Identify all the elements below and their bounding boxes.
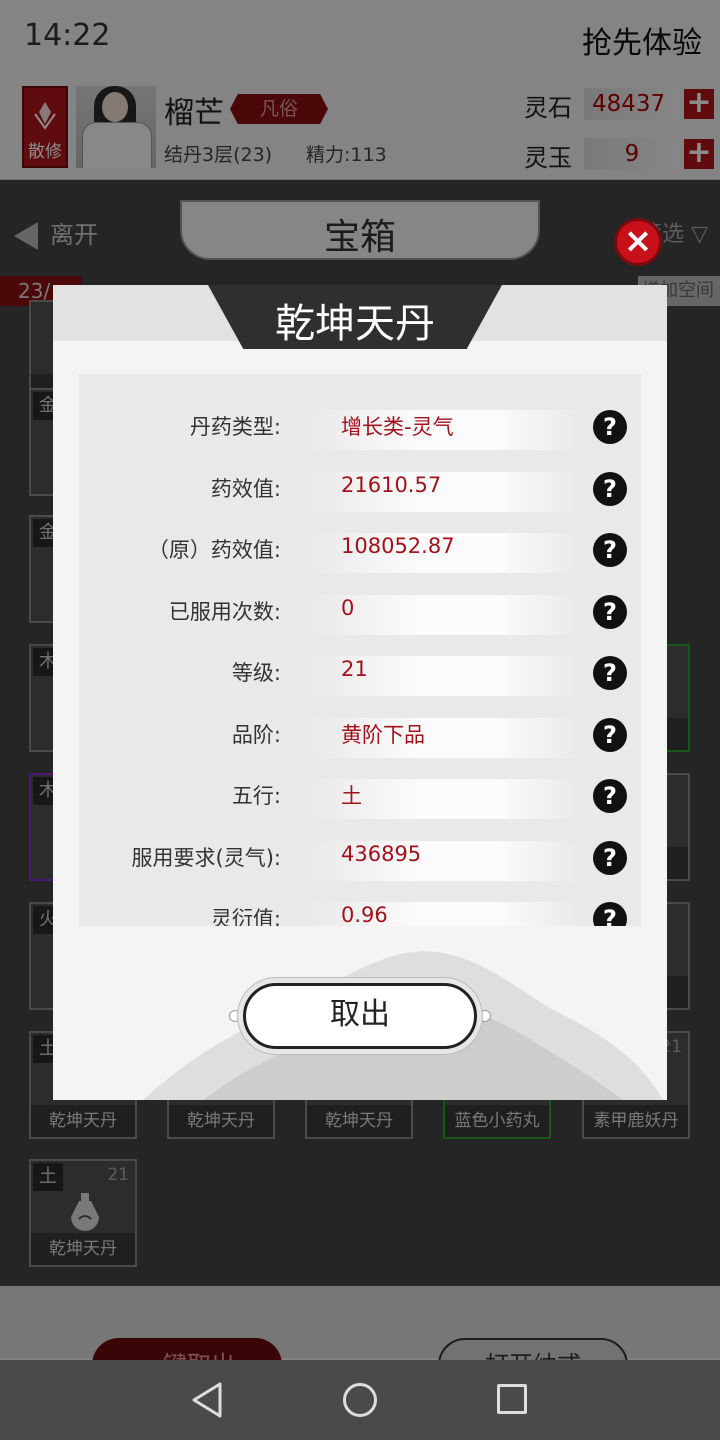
attr-label: 丹药类型:: [189, 415, 281, 439]
help-icon[interactable]: ?: [593, 595, 627, 629]
help-icon[interactable]: ?: [593, 410, 627, 444]
attr-value: 黄阶下品: [341, 723, 425, 747]
attr-value: 土: [341, 784, 362, 808]
attr-label: 服用要求(灵气):: [131, 846, 281, 870]
attr-value: 0.96: [341, 903, 388, 926]
attr-row-level: 等级: 21 ?: [79, 644, 641, 706]
attr-value: 436895: [341, 842, 422, 866]
close-icon[interactable]: ×: [614, 218, 662, 266]
attr-row-potency: 药效值: 21610.57 ?: [79, 460, 641, 522]
help-icon[interactable]: ?: [593, 718, 627, 752]
attr-row-requirement: 服用要求(灵气): 436895 ?: [79, 829, 641, 891]
button-ornament: [479, 1010, 491, 1022]
take-out-button[interactable]: 取出: [243, 983, 477, 1049]
help-icon[interactable]: ?: [593, 656, 627, 690]
help-icon[interactable]: ?: [593, 902, 627, 926]
attr-value: 108052.87: [341, 534, 455, 558]
attr-row-lingyan: 灵衍值: 0.96 ?: [79, 890, 641, 926]
attr-label: 药效值:: [210, 477, 281, 501]
attr-row-times-taken: 已服用次数: 0 ?: [79, 583, 641, 645]
attr-value: 21: [341, 657, 368, 681]
nav-home-icon[interactable]: [343, 1383, 377, 1417]
attr-label: 五行:: [231, 784, 281, 808]
attr-label: 等级:: [231, 661, 281, 685]
help-icon[interactable]: ?: [593, 841, 627, 875]
button-ornament: [229, 1010, 241, 1022]
dialog-title: 乾坤天丹: [275, 301, 435, 347]
attribute-panel[interactable]: 丹药类型: 增长类-灵气 ? 药效值: 21610.57 ? （原）药效值: 1…: [79, 374, 641, 926]
attr-label: 已服用次数:: [168, 600, 281, 624]
system-nav-bar: [0, 1360, 720, 1440]
help-icon[interactable]: ?: [593, 533, 627, 567]
attr-label: （原）药效值:: [147, 538, 281, 562]
attr-label: 品阶:: [231, 723, 281, 747]
attr-row-grade: 品阶: 黄阶下品 ?: [79, 706, 641, 768]
help-icon[interactable]: ?: [593, 779, 627, 813]
item-detail-dialog: 乾坤天丹 丹药类型: 增长类-灵气 ? 药效值: 21610.57 ? （原）药…: [53, 285, 667, 1100]
attr-row-element: 五行: 土 ?: [79, 767, 641, 829]
attr-value: 增长类-灵气: [341, 415, 454, 439]
attr-row-pill-type: 丹药类型: 增长类-灵气 ?: [79, 398, 641, 460]
nav-back-icon[interactable]: [190, 1382, 224, 1418]
nav-recent-icon[interactable]: [497, 1384, 527, 1414]
attr-value: 0: [341, 596, 355, 620]
attr-label: 灵衍值:: [210, 907, 281, 926]
attr-row-original-potency: （原）药效值: 108052.87 ?: [79, 521, 641, 583]
attr-value: 21610.57: [341, 473, 442, 497]
help-icon[interactable]: ?: [593, 472, 627, 506]
